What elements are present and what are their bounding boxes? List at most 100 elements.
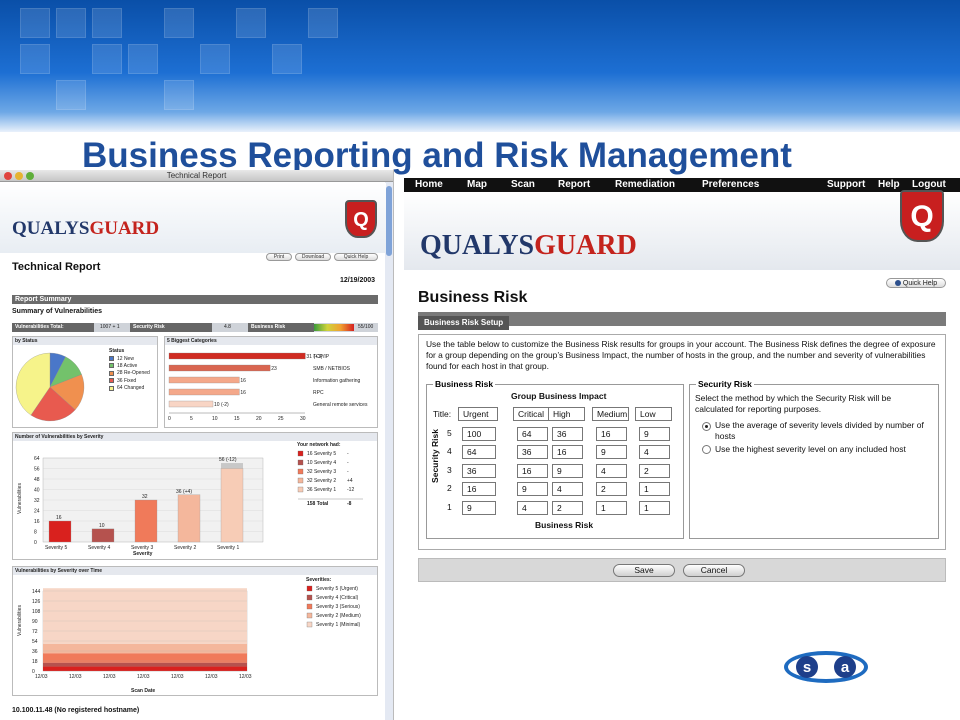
severity-bar <box>134 499 158 543</box>
risk-value-input[interactable]: 4 <box>639 445 670 460</box>
nav-home[interactable]: Home <box>415 179 443 190</box>
risk-value-input[interactable]: 16 <box>462 482 496 497</box>
over-time-panel: Vulnerabilities by Severity over Time 01… <box>12 566 378 696</box>
risk-value-input[interactable]: 2 <box>639 463 670 478</box>
category-bar <box>168 400 214 408</box>
nav-support[interactable]: Support <box>827 179 865 190</box>
option-average-label[interactable]: Use the average of severity levels divid… <box>715 420 927 442</box>
risk-value-input[interactable]: 9 <box>639 427 670 441</box>
scrollbar-thumb[interactable] <box>386 186 392 256</box>
time-legend-swatch <box>306 594 313 601</box>
nav-remediation[interactable]: Remediation <box>615 179 675 190</box>
severity-legend-item: 16 Severity 5 <box>307 451 336 457</box>
column-title-high[interactable]: High <box>548 407 585 421</box>
page-title: Business Risk <box>418 289 528 306</box>
risk-value-input[interactable]: 1 <box>639 500 670 515</box>
quick-help-button[interactable]: Quick Help <box>334 253 378 261</box>
nav-help[interactable]: Help <box>878 179 900 190</box>
nav-report[interactable]: Report <box>558 179 590 190</box>
risk-value-input[interactable]: 9 <box>517 482 548 497</box>
time-y-tick: 18 <box>32 659 38 665</box>
status-pie-chart <box>15 352 85 422</box>
nav-map[interactable]: Map <box>467 179 487 190</box>
risk-value-input[interactable]: 2 <box>596 482 627 497</box>
vertical-scrollbar[interactable] <box>385 182 393 720</box>
severity-bar <box>177 494 201 543</box>
severity-legend-swatch <box>297 486 304 493</box>
risk-value-input[interactable]: 16 <box>596 427 627 441</box>
severity-bar-label: 16 <box>56 515 62 521</box>
print-button[interactable]: Print <box>266 253 292 261</box>
risk-value-input[interactable]: 4 <box>596 463 627 478</box>
time-area-band <box>43 653 247 663</box>
column-title-urgent[interactable]: Urgent <box>458 407 498 421</box>
risk-value-input[interactable]: 9 <box>596 445 627 460</box>
risk-value-input[interactable]: 36 <box>462 463 496 478</box>
risk-value-input[interactable]: 100 <box>462 427 496 441</box>
risk-level-label: 4 <box>447 446 452 457</box>
risk-value-input[interactable]: 2 <box>552 500 583 515</box>
column-title-critical[interactable]: Critical <box>513 407 550 421</box>
cancel-button[interactable]: Cancel <box>683 564 745 577</box>
qualys-shield-icon: Q <box>900 190 944 242</box>
time-x-tick: 12/03 <box>239 674 252 680</box>
time-legend-swatch <box>306 612 313 619</box>
setup-tab-bar: Business Risk Setup <box>418 312 946 330</box>
time-y-tick: 36 <box>32 649 38 655</box>
column-title-medium[interactable]: Medium <box>592 407 629 421</box>
column-title-low[interactable]: Low <box>635 407 672 421</box>
tab-business-risk-setup[interactable]: Business Risk Setup <box>418 316 510 330</box>
nav-logout[interactable]: Logout <box>912 179 946 190</box>
severity-x-tick: Severity 2 <box>174 545 196 551</box>
severity-bar-label: 36 (+4) <box>176 489 192 495</box>
legend-swatch <box>109 363 114 369</box>
severity-y-tick: 64 <box>34 456 40 462</box>
nav-scan[interactable]: Scan <box>511 179 535 190</box>
time-x-tick: 12/03 <box>69 674 82 680</box>
download-button[interactable]: Download <box>295 253 331 261</box>
status-label: Status <box>109 348 125 354</box>
save-button[interactable]: Save <box>613 564 675 577</box>
risk-value-input[interactable]: 9 <box>462 500 496 515</box>
severity-panel-title: Number of Vulnerabilities by Severity <box>13 433 377 441</box>
time-legend-swatch <box>306 585 313 592</box>
security-risk-axis-label: Security Risk <box>429 429 440 483</box>
nav-preferences[interactable]: Preferences <box>702 179 759 190</box>
time-y-tick: 72 <box>32 629 38 635</box>
categories-panel-title: 5 Biggest Categories <box>165 337 377 345</box>
category-bar <box>168 352 306 360</box>
legend-swatch <box>109 370 114 376</box>
severity-x-tick: Severity 1 <box>217 545 239 551</box>
severity-y-tick: 8 <box>34 530 37 536</box>
risk-value-input[interactable]: 36 <box>552 427 583 441</box>
qualysguard-logo: QUALYSGUARD <box>420 230 637 262</box>
legend-status-item: 64 Changed <box>117 385 145 392</box>
risk-value-input[interactable]: 64 <box>462 445 496 460</box>
risk-value-input[interactable]: 9 <box>552 463 583 478</box>
risk-value-input[interactable]: 4 <box>517 500 548 515</box>
sa-logo: s a <box>784 651 868 683</box>
severity-y-label: Vulnerabilities <box>17 483 23 514</box>
qualys-shield-icon: Q <box>345 200 377 238</box>
time-x-tick: 12/03 <box>137 674 150 680</box>
risk-value-input[interactable]: 1 <box>639 482 670 497</box>
option-highest-label[interactable]: Use the highest severity level on any in… <box>715 444 906 454</box>
logo-letter-s: s <box>803 659 811 676</box>
severity-x-tick: Severity 4 <box>88 545 110 551</box>
legend-status-item: 18 Active <box>117 362 138 369</box>
risk-value-input[interactable]: 16 <box>552 445 583 460</box>
radio-highest-severity[interactable] <box>702 445 711 454</box>
category-label: RPC <box>313 390 324 396</box>
business-risk-label: Business Risk <box>251 324 286 330</box>
risk-value-input[interactable]: 16 <box>517 463 548 478</box>
status-panel-title: by Status <box>13 337 157 345</box>
risk-value-input[interactable]: 4 <box>552 482 583 497</box>
severity-x-label: Severity <box>133 551 153 557</box>
risk-value-input[interactable]: 1 <box>596 500 627 515</box>
category-bar <box>168 388 240 396</box>
quick-help-button[interactable]: Quick Help <box>886 278 946 288</box>
risk-value-input[interactable]: 36 <box>517 445 548 460</box>
time-legend-item: Severity 5 (Urgent) <box>316 586 358 592</box>
radio-average-severity[interactable] <box>702 422 711 431</box>
risk-value-input[interactable]: 64 <box>517 427 548 441</box>
